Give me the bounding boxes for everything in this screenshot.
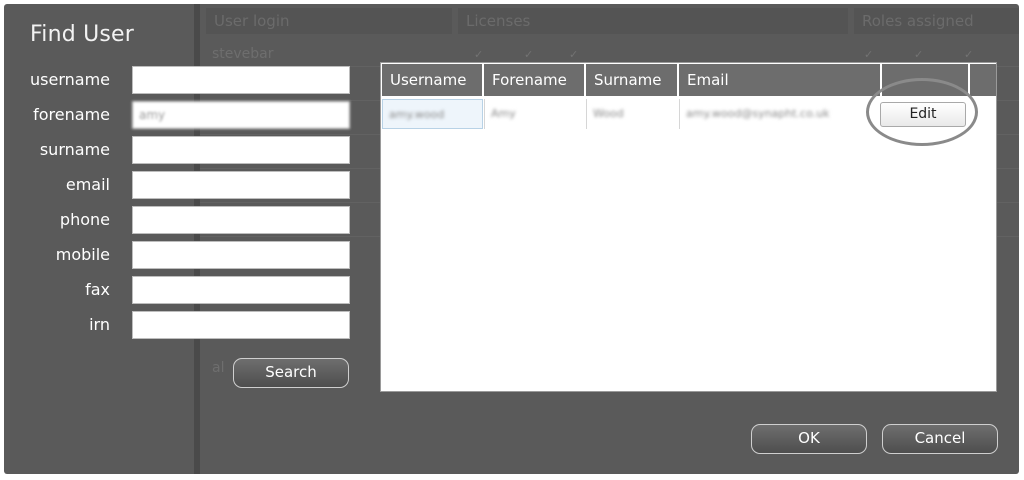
mobile-field[interactable]	[132, 241, 350, 269]
table-cell-forename[interactable]: Amy	[485, 99, 585, 129]
column-header-forename[interactable]: Forename	[484, 64, 585, 96]
bg-check-icon: ✓	[569, 48, 579, 61]
bg-header-user-login: User login	[206, 8, 452, 34]
fax-label: fax	[85, 280, 110, 299]
bg-bottom-text: al	[212, 360, 225, 376]
irn-field[interactable]	[132, 311, 350, 339]
username-field[interactable]	[132, 66, 350, 94]
column-header-surname[interactable]: Surname	[586, 64, 678, 96]
forename-label: forename	[33, 105, 110, 124]
table-cell-email[interactable]: amy.wood@synapht.co.uk	[680, 99, 880, 129]
bg-check-icon: ✓	[524, 48, 534, 61]
edit-highlight-circle	[866, 78, 978, 146]
irn-label: irn	[89, 315, 110, 334]
forename-field[interactable]	[132, 101, 350, 129]
table-cell-surname[interactable]: Wood	[587, 99, 678, 129]
bg-check-icon: ✓	[474, 48, 484, 61]
ok-button[interactable]: OK	[751, 424, 867, 454]
cell-email-text: amy.wood@synapht.co.uk	[686, 107, 830, 120]
email-label: email	[65, 175, 110, 194]
cell-forename-text: Amy	[491, 107, 516, 120]
find-user-dialog: User login Licenses Roles assigned steve…	[4, 4, 1019, 474]
surname-label: surname	[39, 140, 110, 159]
bg-header-licenses: Licenses	[458, 8, 848, 34]
column-header-email[interactable]: Email	[679, 64, 881, 96]
bg-header-roles: Roles assigned	[854, 8, 1019, 34]
email-field[interactable]	[132, 171, 350, 199]
phone-label: phone	[59, 210, 110, 229]
surname-field[interactable]	[132, 136, 350, 164]
username-label: username	[30, 70, 110, 89]
cell-surname-text: Wood	[593, 107, 624, 120]
dialog-title: Find User	[30, 22, 135, 47]
fax-field[interactable]	[132, 276, 350, 304]
cell-username-text: amy.wood	[389, 108, 445, 121]
phone-field[interactable]	[132, 206, 350, 234]
bg-row-login: stevebar	[212, 46, 274, 62]
table-cell-username[interactable]: amy.wood	[382, 99, 483, 129]
cancel-button[interactable]: Cancel	[882, 424, 998, 454]
column-header-username[interactable]: Username	[382, 64, 483, 96]
column-header-spacer	[970, 64, 996, 96]
search-button[interactable]: Search	[233, 358, 349, 388]
bg-check-icon: ✓	[914, 48, 924, 61]
mobile-label: mobile	[55, 245, 110, 264]
bg-check-icon: ✓	[964, 48, 974, 61]
bg-check-icon: ✓	[864, 48, 874, 61]
